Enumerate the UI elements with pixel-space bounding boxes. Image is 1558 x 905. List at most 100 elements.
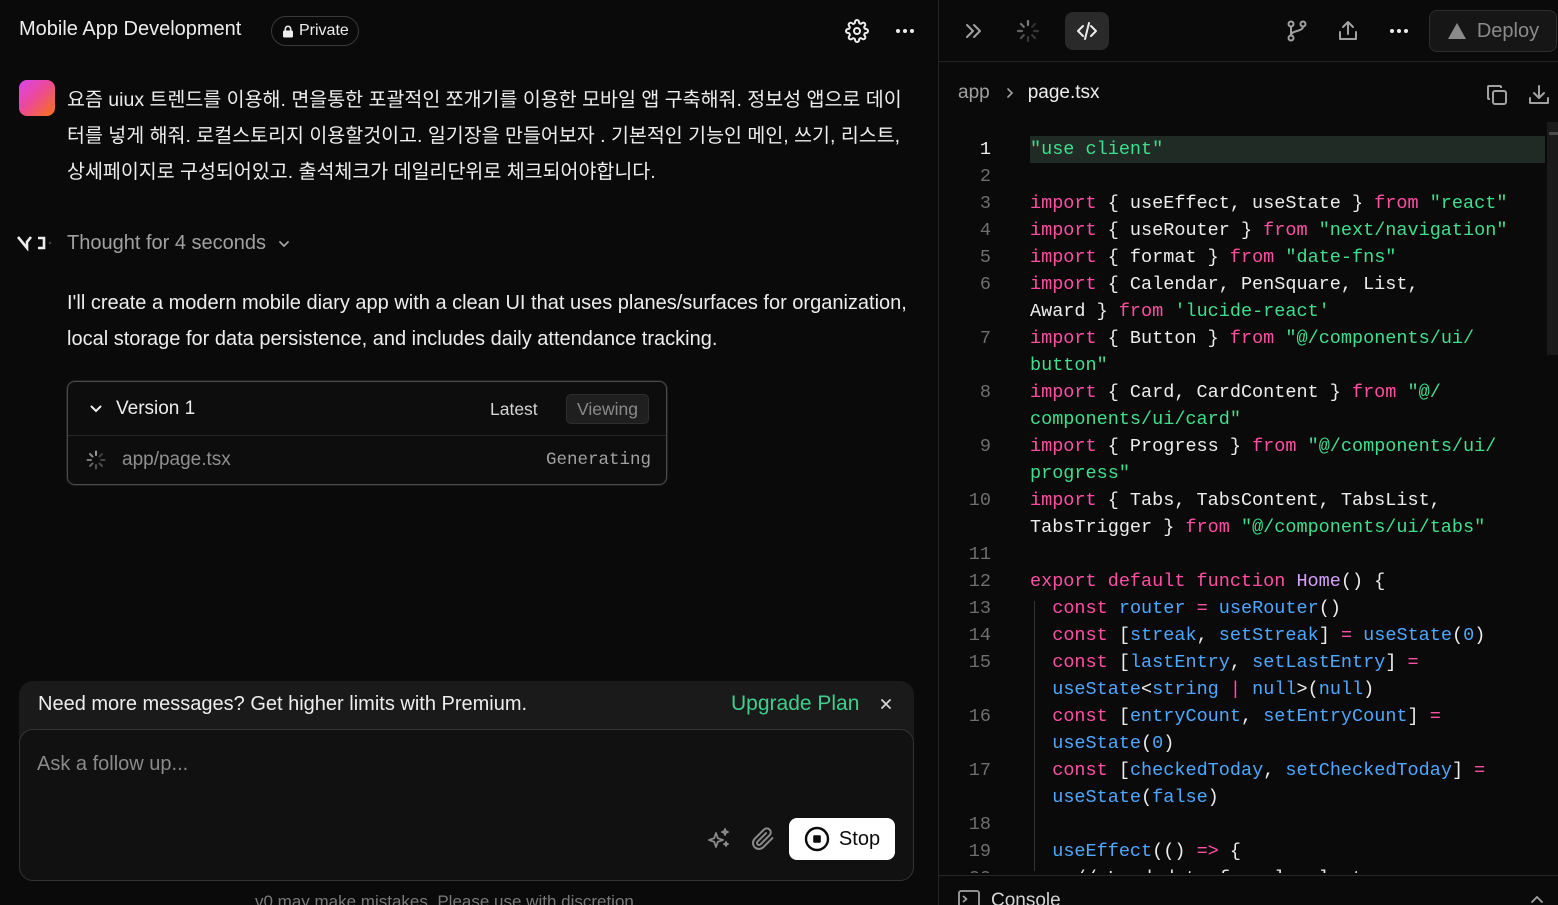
line-number: 1 — [979, 139, 991, 160]
code-line[interactable]: 10 import { Tabs, TabsContent, TabsList, — [939, 487, 1547, 514]
stop-label: Stop — [838, 827, 881, 850]
terminal-icon — [958, 890, 980, 905]
code-line[interactable]: TabsTrigger } from "@/components/ui/tabs… — [939, 514, 1547, 541]
code-line[interactable]: 9 import { Progress } from "@/components/… — [939, 433, 1547, 460]
share-button[interactable] — [1326, 12, 1370, 50]
editor-scrollbar-thumb[interactable] — [1549, 132, 1558, 135]
settings-button[interactable] — [842, 16, 872, 46]
v0-logo-icon — [17, 236, 52, 252]
code-line[interactable]: 20 // Load data from local storage — [939, 865, 1547, 873]
breadcrumb-folder[interactable]: app — [958, 82, 990, 104]
latest-label: Latest — [490, 399, 538, 419]
code-text: import { useRouter } from "next/navigati… — [1030, 220, 1508, 241]
version-card[interactable]: Version 1 Latest Viewing app/page.tsx Ge… — [67, 381, 667, 485]
code-line[interactable]: 17 const [checkedToday, setCheckedToday]… — [939, 757, 1547, 784]
avatar[interactable] — [19, 80, 55, 116]
code-line[interactable]: 4 import { useRouter } from "next/navigat… — [939, 217, 1547, 244]
code-line[interactable]: 1 "use client" — [939, 136, 1547, 163]
code-line[interactable]: 11 — [939, 541, 1547, 568]
lock-icon — [283, 25, 293, 37]
line-number: 10 — [968, 490, 991, 511]
thought-toggle[interactable]: Thought for 4 seconds — [17, 228, 292, 258]
line-number: 6 — [979, 274, 991, 295]
more-actions-button[interactable] — [1377, 12, 1421, 50]
code-text: useState(false) — [1052, 787, 1219, 808]
line-number: 20 — [939, 865, 991, 873]
version-title: Version 1 — [116, 398, 196, 419]
user-message-text: 요즘 uiux 트렌드를 이용해. 면을통한 포괄적인 쪼개기를 이용한 모바일… — [67, 89, 902, 183]
collapse-panel-button[interactable] — [951, 12, 995, 50]
copy-button[interactable] — [1483, 81, 1511, 109]
editor-scrollbar[interactable] — [1547, 122, 1558, 355]
line-number: 9 — [979, 436, 991, 457]
chevron-up-icon — [1531, 895, 1543, 903]
code-line[interactable]: 14 const [streak, setStreak] = useState(… — [939, 622, 1547, 649]
code-line[interactable]: useState<string | null>(null) — [939, 676, 1547, 703]
code-toolbar: Deploy — [939, 0, 1558, 62]
code-editor[interactable]: 1 "use client" 2 3 import { useEffect, useSt… — [939, 136, 1547, 873]
generating-status: Generating — [545, 450, 651, 470]
code-line[interactable]: Award } from 'lucide-react' — [939, 298, 1547, 325]
code-line[interactable]: 19 useEffect(() => { — [939, 838, 1547, 865]
code-line[interactable]: 5 import { format } from "date-fns" — [939, 244, 1547, 271]
code-line[interactable]: 18 — [939, 811, 1547, 838]
preview-loading-button[interactable] — [1006, 12, 1050, 50]
line-number: 19 — [968, 841, 991, 862]
console-label: Console — [991, 890, 1061, 905]
enhance-prompt-button[interactable] — [704, 824, 734, 854]
code-text: useState(0) — [1052, 733, 1175, 754]
chevrons-right-icon — [966, 24, 981, 38]
line-number: 17 — [968, 760, 991, 781]
code-line[interactable]: 12 export default function Home() { — [939, 568, 1547, 595]
code-text: import { Calendar, PenSquare, List, — [1030, 274, 1419, 295]
code-text: const router = useRouter() — [1052, 598, 1341, 619]
download-button[interactable] — [1525, 81, 1553, 109]
code-text: import { Progress } from "@/components/u… — [1030, 436, 1497, 457]
code-line[interactable]: 6 import { Calendar, PenSquare, List, — [939, 271, 1547, 298]
copy-icon — [1487, 85, 1507, 105]
thought-label: Thought for 4 seconds — [67, 231, 267, 254]
code-line[interactable]: components/ui/card" — [939, 406, 1547, 433]
code-line[interactable]: 16 const [entryCount, setEntryCount] = — [939, 703, 1547, 730]
version-card-header[interactable]: Version 1 Latest Viewing — [68, 382, 666, 436]
code-line[interactable]: useState(0) — [939, 730, 1547, 757]
code-line[interactable]: button" — [939, 352, 1547, 379]
loader-icon — [1016, 19, 1040, 43]
code-text: TabsTrigger } from "@/components/ui/tabs… — [1030, 517, 1486, 538]
breadcrumb: app page.tsx — [958, 82, 1100, 104]
code-line[interactable]: 15 const [lastEntry, setLastEntry] = — [939, 649, 1547, 676]
code-line[interactable]: progress" — [939, 460, 1547, 487]
console-bar[interactable]: Console — [939, 875, 1558, 905]
code-line[interactable]: 7 import { Button } from "@/components/ui… — [939, 325, 1547, 352]
version-file-link[interactable]: app/page.tsx — [122, 449, 231, 471]
private-badge[interactable]: Private — [271, 16, 359, 46]
gear-icon — [845, 19, 869, 43]
fork-button[interactable] — [1275, 12, 1319, 50]
code-line[interactable]: 13 const router = useRouter() — [939, 595, 1547, 622]
line-number: 3 — [979, 193, 991, 214]
download-icon — [1529, 85, 1549, 104]
code-icon — [1077, 22, 1097, 40]
code-line[interactable]: 2 — [939, 163, 1547, 190]
viewing-badge: Viewing — [566, 394, 649, 424]
attach-button[interactable] — [748, 824, 778, 854]
follow-up-input[interactable] — [37, 748, 877, 780]
sparkles-icon — [708, 828, 729, 848]
line-number: 2 — [979, 166, 991, 187]
line-number: 4 — [979, 220, 991, 241]
more-options-button[interactable] — [890, 16, 920, 46]
code-line[interactable]: 8 import { Card, CardContent } from "@/ — [939, 379, 1547, 406]
deploy-button[interactable]: Deploy — [1429, 10, 1557, 52]
chevron-down-icon — [279, 241, 289, 248]
close-icon[interactable] — [878, 696, 894, 712]
code-text: "use client" — [1030, 136, 1545, 163]
line-number: 14 — [968, 625, 991, 646]
stop-button[interactable]: Stop — [789, 818, 895, 860]
breadcrumb-file[interactable]: page.tsx — [1028, 82, 1100, 104]
code-view-button[interactable] — [1065, 12, 1109, 50]
upgrade-plan-link[interactable]: Upgrade Plan — [731, 692, 859, 716]
code-line[interactable]: useState(false) — [939, 784, 1547, 811]
code-line[interactable]: 3 import { useEffect, useState } from "re… — [939, 190, 1547, 217]
code-text: export default function Home() { — [1030, 571, 1386, 592]
project-title[interactable]: Mobile App Development — [19, 18, 241, 41]
